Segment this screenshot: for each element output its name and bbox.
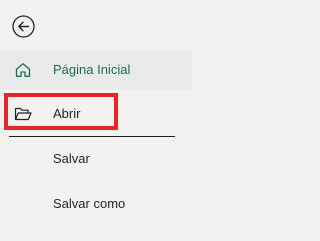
back-arrow-icon: [11, 14, 36, 39]
back-button[interactable]: [11, 14, 36, 39]
backstage-nav: Página Inicial Abrir Salvar Salvar como: [0, 0, 227, 241]
divider: [9, 136, 175, 137]
folder-open-icon: [14, 105, 32, 123]
nav-item-label: Salvar: [53, 151, 90, 166]
home-icon: [14, 61, 32, 79]
nav-item-save-as[interactable]: Salvar como: [0, 184, 192, 224]
nav-item-label: Abrir: [53, 106, 81, 121]
nav-item-label: Salvar como: [53, 196, 126, 211]
nav-item-save[interactable]: Salvar: [0, 139, 192, 179]
nav-item-open[interactable]: Abrir: [0, 94, 192, 134]
nav-item-home[interactable]: Página Inicial: [0, 50, 192, 90]
nav-item-label: Página Inicial: [53, 62, 131, 77]
